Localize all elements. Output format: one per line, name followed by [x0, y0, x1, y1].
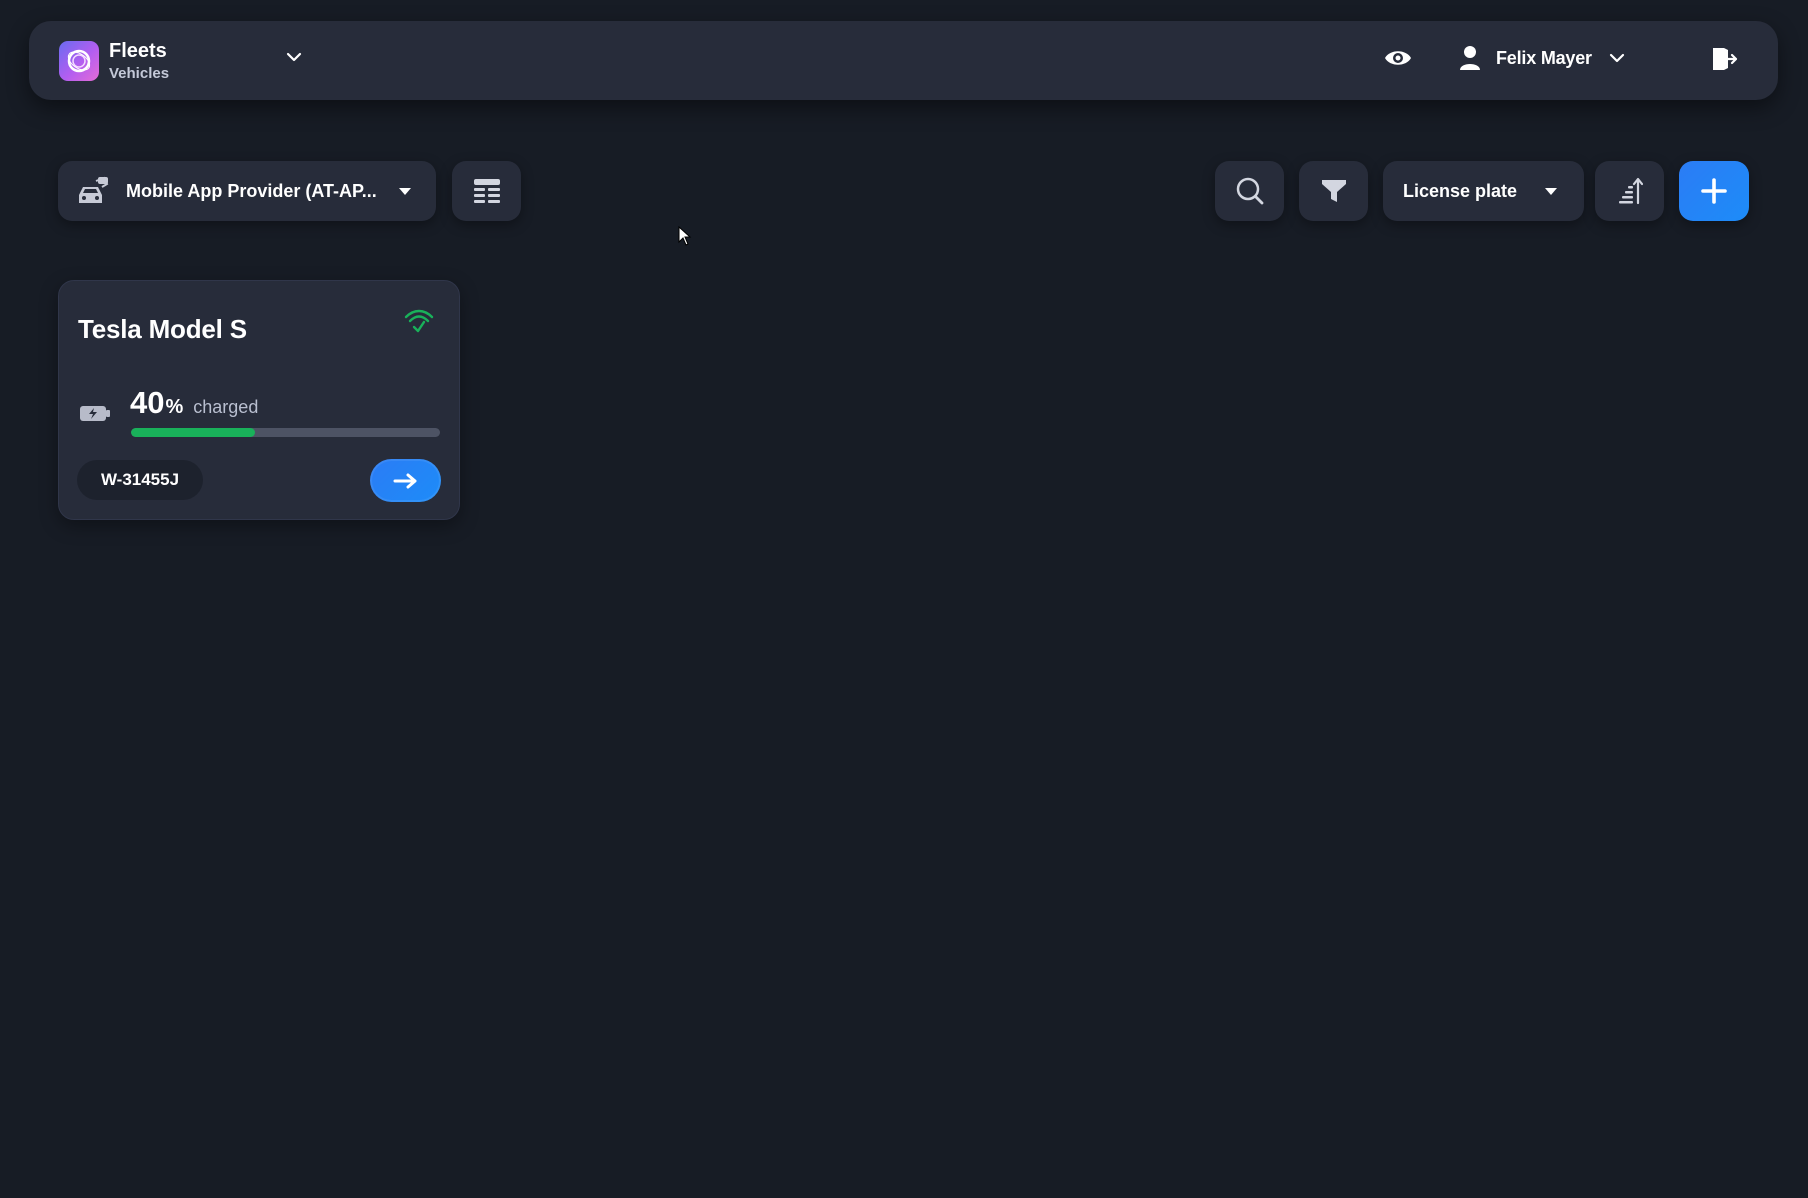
sort-field-label: License plate	[1403, 180, 1518, 201]
chevron-down-icon[interactable]	[285, 50, 303, 68]
charge-progress-bar	[131, 428, 440, 437]
filter-button[interactable]	[1299, 161, 1368, 221]
top-header: Fleets Vehicles Felix Mayer	[29, 21, 1778, 100]
search-button[interactable]	[1215, 161, 1284, 221]
user-icon	[1460, 45, 1480, 71]
sort-field-select[interactable]: License plate	[1383, 161, 1584, 221]
charge-number: 40	[130, 385, 165, 420]
provider-select[interactable]: Mobile App Provider (AT-AP...	[58, 161, 436, 221]
provider-label: Mobile App Provider (AT-AP...	[126, 180, 377, 201]
app-title: Fleets	[109, 40, 167, 62]
brand-logo-icon	[59, 41, 99, 81]
eye-icon[interactable]	[1383, 47, 1413, 74]
filter-icon	[1320, 177, 1348, 205]
search-icon	[1235, 176, 1265, 206]
charge-progress-fill	[131, 428, 255, 437]
caret-down-icon	[398, 186, 412, 196]
sort-order-button[interactable]	[1595, 161, 1664, 221]
add-vehicle-button[interactable]	[1679, 161, 1749, 221]
open-vehicle-button[interactable]	[370, 459, 441, 502]
brand[interactable]: Fleets Vehicles	[59, 41, 169, 81]
signal-icon	[404, 308, 434, 341]
list-icon	[473, 178, 501, 204]
battery-icon	[79, 403, 111, 428]
charge-unit: %	[165, 396, 184, 418]
mouse-cursor-icon	[678, 225, 692, 251]
vehicle-card: Tesla Model S 40 % charged W-31455J	[58, 280, 460, 520]
logout-icon[interactable]	[1710, 45, 1738, 78]
charge-level: 40 % charged	[130, 385, 258, 421]
chevron-down-icon[interactable]	[1608, 52, 1626, 64]
list-view-button[interactable]	[452, 161, 521, 221]
arrow-right-icon	[393, 472, 419, 490]
app-subtitle: Vehicles	[109, 65, 170, 82]
user-name: Felix Mayer	[1496, 47, 1592, 68]
caret-down-icon	[1544, 186, 1558, 196]
plus-icon	[1699, 176, 1729, 206]
license-plate-badge: W-31455J	[77, 460, 203, 500]
vehicle-name: Tesla Model S	[78, 314, 247, 344]
charge-text: charged	[193, 397, 259, 417]
user-menu[interactable]: Felix Mayer	[1460, 45, 1626, 71]
car-icon	[76, 175, 110, 207]
sort-icon	[1617, 177, 1643, 205]
